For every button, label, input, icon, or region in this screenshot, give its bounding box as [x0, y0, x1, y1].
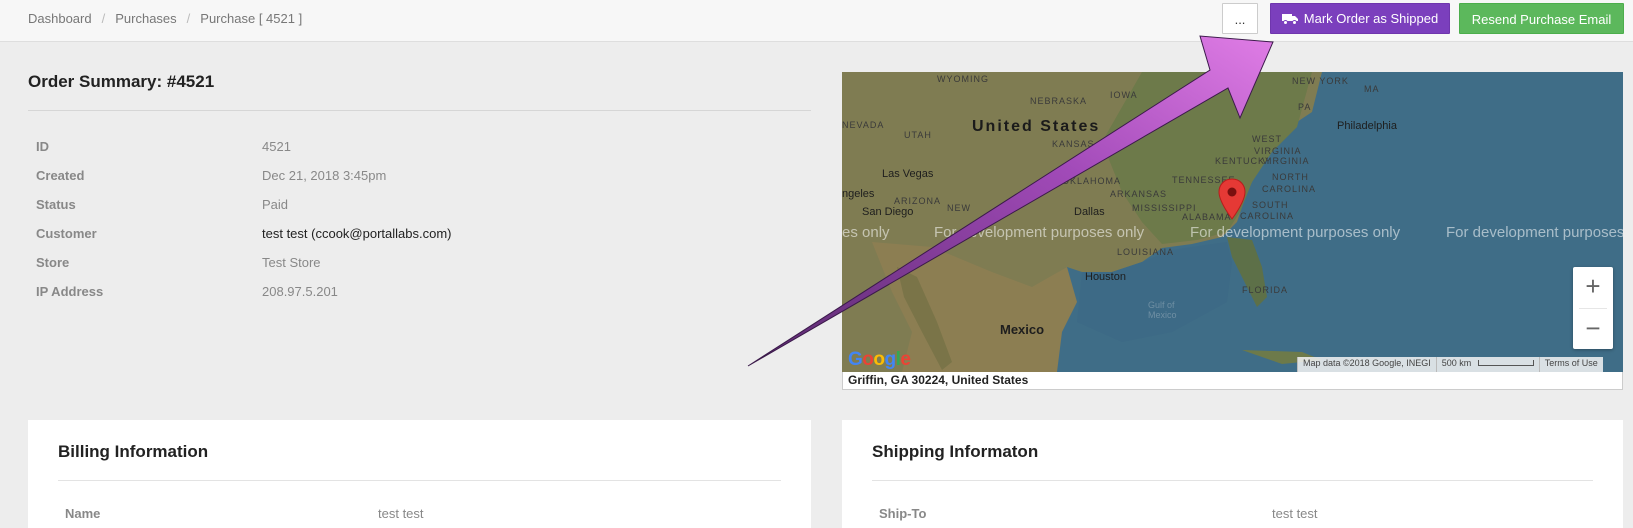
top-bar: Dashboard / Purchases / Purchase [ 4521 …: [0, 0, 1633, 42]
terms-of-use-link[interactable]: Terms of Use: [1538, 357, 1603, 372]
map-label-state: VIRGINIA: [1254, 146, 1302, 156]
map-label-state: PA: [1298, 102, 1312, 112]
map-label-state: VIRGINIA: [1262, 156, 1310, 166]
map-watermark: es only: [842, 224, 890, 241]
map-attribution: Map data ©2018 Google, INEGI: [1297, 357, 1436, 372]
map-scale-bar: [1477, 360, 1534, 366]
map-label-state: CAROLINA: [1262, 184, 1317, 194]
map-label-city: Dallas: [1074, 206, 1105, 218]
map-label-city: Las Vegas: [882, 168, 934, 180]
truck-icon: [1281, 13, 1298, 25]
map-label-city: San Diego: [862, 206, 914, 218]
map-label-state: NORTH: [1272, 172, 1309, 182]
summary-value: Dec 21, 2018 3:45pm: [262, 168, 387, 183]
summary-value: test test (ccook@portallabs.com): [262, 226, 452, 241]
map-address: Griffin, GA 30224, United States: [842, 372, 1623, 390]
summary-value: 208.97.5.201: [262, 284, 338, 299]
summary-label: Status: [36, 197, 76, 212]
shipping-shipto-label: Ship-To: [879, 506, 927, 521]
map-label-state: KANSAS: [1052, 139, 1095, 149]
summary-row-created: Created Dec 21, 2018 3:45pm: [36, 165, 776, 194]
map-watermark: For development purposes only: [1190, 224, 1401, 241]
map-label-state: WYOMING: [937, 74, 989, 84]
resend-email-button[interactable]: Resend Purchase Email: [1459, 3, 1624, 34]
summary-row-ip-address: IP Address 208.97.5.201: [36, 281, 776, 310]
map-label-water: Gulf of Mexico: [1148, 300, 1177, 320]
map-label-city: Houston: [1085, 271, 1126, 283]
shipping-card: Shipping Informaton Ship-To test test: [842, 420, 1623, 528]
map-label-state: UTAH: [904, 130, 932, 140]
map-label-country: Mexico: [1000, 322, 1045, 337]
breadcrumb-purchases[interactable]: Purchases: [115, 11, 176, 26]
summary-label: Customer: [36, 226, 97, 241]
map-label-state: IOWA: [1110, 90, 1138, 100]
summary-row-customer: Customer test test (ccook@portallabs.com…: [36, 223, 776, 252]
summary-value: 4521: [262, 139, 291, 154]
map-label-state: MA: [1364, 84, 1380, 94]
divider: [58, 480, 781, 481]
billing-title: Billing Information: [58, 442, 209, 461]
mark-shipped-button[interactable]: Mark Order as Shipped: [1270, 3, 1450, 34]
order-summary-table: ID 4521 Created Dec 21, 2018 3:45pm Stat…: [36, 136, 776, 310]
map-label-state: NEW YORK: [1292, 76, 1349, 86]
order-summary-title: Order Summary: #4521: [28, 72, 215, 91]
summary-value: Test Store: [262, 255, 321, 270]
zoom-out-button[interactable]: −: [1573, 309, 1613, 350]
summary-row-id: ID 4521: [36, 136, 776, 165]
map-label-state: SOUTH: [1252, 200, 1289, 210]
map-scale[interactable]: 500 km: [1435, 357, 1539, 372]
billing-name-label: Name: [65, 506, 101, 521]
breadcrumb-separator: /: [101, 11, 106, 26]
map-label-state: NEBRASKA: [1030, 96, 1088, 106]
map-label-state: WEST: [1252, 134, 1282, 144]
summary-value: Paid: [262, 197, 289, 212]
map-attribution-bar: Map data ©2018 Google, INEGI 500 km Term…: [1297, 357, 1603, 372]
map-label-city: ngeles: [842, 188, 875, 200]
shipping-shipto-value: test test: [1272, 506, 1318, 521]
shipping-title: Shipping Informaton: [872, 442, 1039, 461]
map-label-state: NEVADA: [842, 120, 885, 130]
more-actions-button[interactable]: ...: [1222, 3, 1258, 34]
billing-card: Billing Information Name test test: [28, 420, 811, 528]
summary-label: ID: [36, 139, 49, 154]
map-watermark: For development purposes only: [934, 224, 1145, 241]
map-label-state: ARKANSAS: [1110, 189, 1168, 199]
summary-label: Store: [36, 255, 70, 270]
map-label-state: CAROLINA: [1240, 211, 1295, 221]
mark-shipped-label: Mark Order as Shipped: [1303, 11, 1439, 26]
map-label-city: Philadelphia: [1337, 120, 1397, 132]
breadcrumb-current: Purchase [ 4521 ]: [200, 11, 303, 26]
map-terrain: [842, 72, 1623, 372]
map-label-country: United States: [972, 118, 1101, 135]
zoom-in-button[interactable]: +: [1573, 267, 1613, 308]
map-label-state: LOUISIANA: [1117, 247, 1175, 257]
map-label-state: ARIZONA: [894, 196, 942, 206]
billing-name-value: test test: [378, 506, 424, 521]
map-watermark: For development purposes: [1446, 224, 1623, 241]
divider: [28, 110, 811, 111]
map-pin-icon[interactable]: [1218, 178, 1246, 220]
summary-label: Created: [36, 168, 85, 183]
summary-row-status: Status Paid: [36, 194, 776, 223]
summary-row-store: Store Test Store: [36, 252, 776, 281]
map-label-state: OKLAHOMA: [1062, 176, 1122, 186]
google-logo: Google: [848, 349, 911, 370]
summary-label: IP Address: [36, 284, 104, 299]
map-label-state: NEW: [947, 203, 971, 213]
divider: [872, 480, 1593, 481]
map[interactable]: WYOMING NEBRASKA IOWA UTAH KANSAS NEVADA…: [842, 72, 1623, 372]
map-label-state: FLORIDA: [1242, 285, 1289, 295]
breadcrumb: Dashboard / Purchases / Purchase [ 4521 …: [28, 11, 302, 26]
zoom-control: + −: [1573, 267, 1613, 349]
map-scale-label: 500 km: [1441, 358, 1472, 368]
breadcrumb-separator: /: [186, 11, 191, 26]
breadcrumb-dashboard[interactable]: Dashboard: [28, 11, 92, 26]
